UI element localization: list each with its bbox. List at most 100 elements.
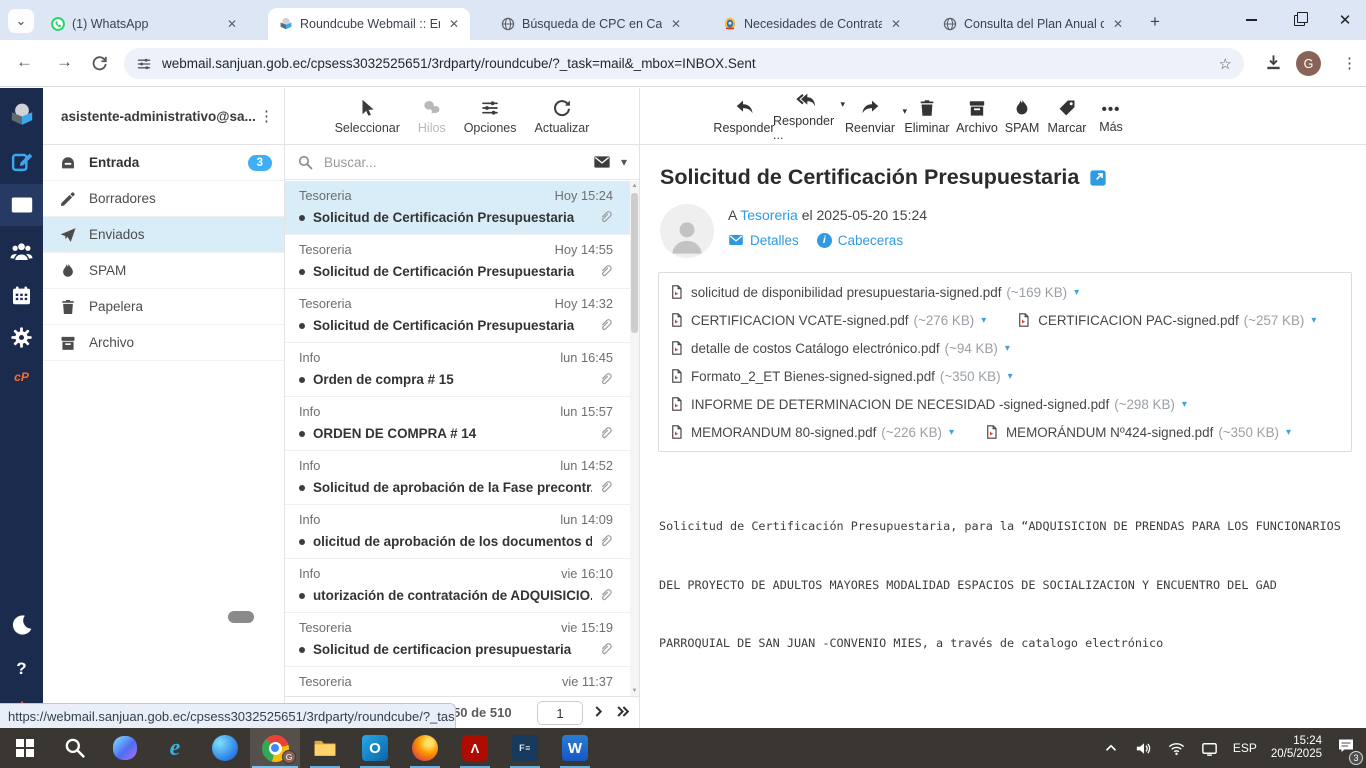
downloads-icon[interactable] (1264, 53, 1283, 72)
forward-button[interactable]: → (56, 52, 73, 72)
dark-mode-moon-button[interactable] (0, 604, 43, 646)
attachment-menu-caret[interactable]: ▾ (1074, 287, 1079, 298)
copilot-button[interactable] (100, 728, 150, 768)
edge-button[interactable] (200, 728, 250, 768)
message-row[interactable]: Tesoreria vie 15:19 Solicitud de certific… (285, 613, 639, 667)
back-button[interactable]: ← (16, 52, 33, 72)
compose-button[interactable] (0, 140, 43, 182)
window-maximize-button[interactable] (1284, 8, 1314, 32)
attachment-item[interactable]: solicitud de disponibilidad presupuestar… (669, 284, 1079, 300)
delete-button[interactable]: Eliminar (901, 98, 953, 135)
window-close-button[interactable]: ✕ (1330, 8, 1360, 32)
attachment-item[interactable]: INFORME DE DETERMINACION DE NECESIDAD -s… (669, 396, 1187, 412)
contacts-nav-button[interactable] (0, 230, 43, 272)
fes-app-button[interactable]: F≡ (500, 728, 550, 768)
tab-roundcube[interactable]: Roundcube Webmail :: Envia ✕ (268, 8, 470, 40)
message-row[interactable]: Info vie 16:10 utorización de contratació… (285, 559, 639, 613)
mark-button[interactable]: Marcar (1043, 98, 1091, 135)
folder-papelera[interactable]: Papelera (43, 289, 284, 325)
attachment-menu-caret[interactable]: ▾ (981, 315, 986, 326)
page-number-input[interactable] (537, 701, 583, 725)
clock[interactable]: 15:24 20/5/2025 (1271, 735, 1322, 761)
archive-button[interactable]: Archivo (953, 98, 1001, 135)
volume-icon[interactable] (1134, 739, 1153, 758)
message-row[interactable]: Info lun 15:57 ORDEN DE COMPRA # 14 (285, 397, 639, 451)
browser-profile-avatar[interactable]: G (1296, 51, 1321, 76)
reply-all-button[interactable]: Responder ... ▾ (773, 90, 845, 142)
bookmark-star-icon[interactable]: ☆ (1219, 55, 1232, 73)
search-scope-mail-icon[interactable] (593, 153, 611, 171)
help-button[interactable]: ? (0, 648, 43, 690)
options-button[interactable]: Opciones (464, 98, 517, 135)
connect-display-icon[interactable] (1200, 739, 1219, 758)
folder-entrada[interactable]: Entrada 3 (43, 145, 284, 181)
details-toggle[interactable]: Detalles (728, 232, 799, 248)
reload-button[interactable] (90, 54, 109, 73)
attachment-item[interactable]: CERTIFICACION PAC-signed.pdf (~257 KB) ▾ (1016, 312, 1316, 328)
address-bar[interactable]: webmail.sanjuan.gob.ec/cpsess3032525651/… (124, 48, 1244, 79)
outlook-button[interactable]: O (350, 728, 400, 768)
account-menu-icon[interactable]: ⋮ (259, 107, 274, 125)
folder-archivo[interactable]: Archivo (43, 325, 284, 361)
tab-busqueda-cpc[interactable]: Búsqueda de CPC en Catálo ✕ (490, 8, 692, 40)
attachment-item[interactable]: MEMORANDUM 80-signed.pdf (~226 KB) ▾ (669, 424, 954, 440)
scrollbar-thumb[interactable] (631, 193, 638, 333)
new-tab-button[interactable]: + (1150, 12, 1160, 32)
taskbar-search-button[interactable] (50, 728, 100, 768)
reply-button[interactable]: Responder (713, 97, 775, 135)
scroll-down-icon[interactable]: ▼ (630, 688, 639, 694)
cpanel-logo[interactable]: cP (0, 356, 43, 398)
search-input[interactable] (324, 154, 593, 170)
attachment-item[interactable]: CERTIFICACION VCATE-signed.pdf (~276 KB)… (669, 312, 986, 328)
start-button[interactable] (0, 728, 50, 768)
language-indicator[interactable]: ESP (1233, 741, 1257, 755)
firefox-button[interactable] (400, 728, 450, 768)
wifi-icon[interactable] (1167, 739, 1186, 758)
message-row[interactable]: Info lun 14:52 Solicitud de aprobación de… (285, 451, 639, 505)
tab-necesidades[interactable]: Necesidades de Contratació ✕ (712, 8, 912, 40)
tab-consulta-plan[interactable]: Consulta del Plan Anual de C ✕ (932, 8, 1134, 40)
tab-close-icon[interactable]: ✕ (224, 17, 240, 31)
site-controls-icon[interactable] (136, 56, 152, 72)
more-button[interactable]: ••• Más (1091, 99, 1131, 134)
threads-button[interactable]: Hilos (418, 98, 446, 135)
message-row[interactable]: Info lun 14:09 olicitud de aprobación de … (285, 505, 639, 559)
attachment-menu-caret[interactable]: ▾ (1286, 427, 1291, 438)
splitter-handle[interactable] (228, 611, 254, 623)
acrobat-button[interactable]: Λ (450, 728, 500, 768)
window-minimize-button[interactable] (1236, 8, 1266, 32)
tab-whatsapp[interactable]: (1) WhatsApp ✕ (40, 8, 248, 40)
tab-close-icon[interactable]: ✕ (1110, 17, 1126, 31)
recipient-link[interactable]: Tesoreria (740, 207, 798, 223)
list-scrollbar[interactable]: ▲ ▼ (630, 181, 639, 696)
hidden-icons-chevron[interactable] (1102, 739, 1120, 757)
message-row[interactable]: Tesoreria vie 11:37 (285, 667, 639, 696)
refresh-button[interactable]: Actualizar (535, 98, 589, 135)
notification-center-button[interactable]: 3 (1336, 736, 1363, 765)
attachment-item[interactable]: detalle de costos Catálogo electrónico.p… (669, 340, 1010, 356)
file-explorer-button[interactable] (300, 728, 350, 768)
forward-button[interactable]: Reenviar ▾ (839, 97, 907, 135)
headers-toggle[interactable]: i Cabeceras (816, 232, 903, 248)
select-button[interactable]: Seleccionar (335, 98, 400, 135)
internet-explorer-button[interactable]: e (150, 728, 200, 768)
last-page-icon[interactable] (615, 704, 631, 719)
attachment-item[interactable]: Formato_2_ET Bienes-signed-signed.pdf (~… (669, 368, 1013, 384)
spam-button[interactable]: SPAM (1001, 98, 1043, 135)
browser-menu-icon[interactable]: ⋮ (1342, 54, 1357, 72)
open-in-new-window-icon[interactable] (1089, 169, 1107, 187)
mail-nav-button[interactable] (0, 184, 43, 226)
attachment-menu-caret[interactable]: ▾ (949, 427, 954, 438)
attachment-item[interactable]: MEMORÁNDUM Nº424-signed.pdf (~350 KB) ▾ (984, 424, 1291, 440)
message-row[interactable]: Info lun 16:45 Orden de compra # 15 (285, 343, 639, 397)
word-button[interactable]: W (550, 728, 600, 768)
settings-gear-button[interactable] (0, 316, 43, 358)
calendar-nav-button[interactable] (0, 274, 43, 316)
attachment-menu-caret[interactable]: ▾ (1008, 371, 1013, 382)
search-options-caret[interactable]: ▾ (621, 155, 627, 169)
attachment-menu-caret[interactable]: ▾ (1182, 399, 1187, 410)
folder-enviados[interactable]: Enviados (43, 217, 284, 253)
message-row[interactable]: Tesoreria Hoy 14:32 Solicitud de Certific… (285, 289, 639, 343)
attachment-menu-caret[interactable]: ▾ (1311, 315, 1316, 326)
tab-close-icon[interactable]: ✕ (668, 17, 684, 31)
